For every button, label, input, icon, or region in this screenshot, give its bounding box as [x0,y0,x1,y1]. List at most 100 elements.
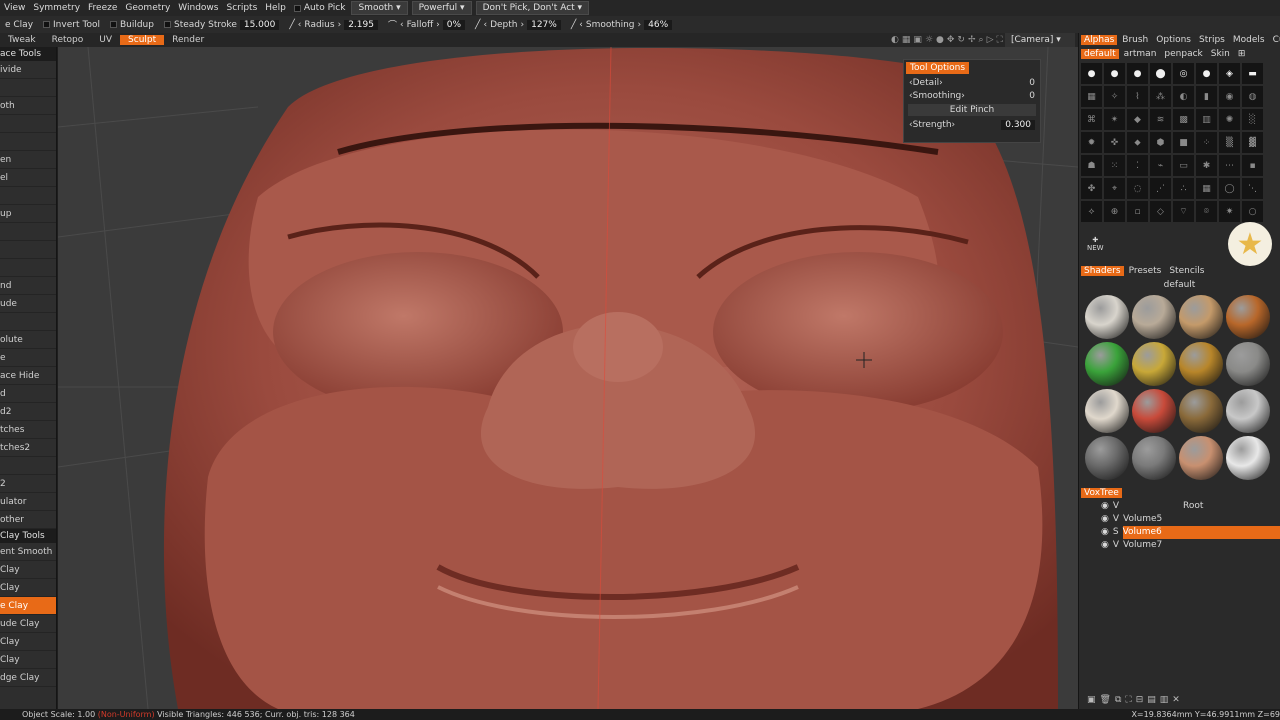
tool-item[interactable]: en [0,151,56,169]
alpha-thumbnail[interactable]: ∴ [1173,178,1194,199]
merge-icon[interactable]: ⛶ [1125,695,1131,705]
voxtree-root[interactable]: ◉ V Root [1079,500,1280,513]
alpha-thumbnail[interactable]: ⋱ [1242,178,1263,199]
subtab-artman[interactable]: artman [1121,49,1160,59]
clay-tool-item[interactable]: Clay [0,579,56,597]
alpha-thumbnail[interactable]: ◌ [1127,178,1148,199]
alpha-thumbnail[interactable]: ⌘ [1081,109,1102,130]
material-swatch[interactable] [1132,436,1176,480]
alpha-thumbnail[interactable]: ░ [1242,109,1263,130]
close-icon[interactable]: ✕ [1172,695,1180,705]
alpha-thumbnail[interactable]: ⁙ [1104,155,1125,176]
alpha-thumbnail[interactable]: ▩ [1173,109,1194,130]
tool-item[interactable]: other [0,511,56,529]
material-swatch[interactable] [1179,389,1223,433]
clay-tool-item[interactable]: Clay [0,633,56,651]
star-alpha-icon[interactable]: ★ [1228,222,1272,266]
smoothing-field[interactable]: ‹Smoothing› 0 [904,89,1040,102]
folder-icon[interactable]: ▤ [1147,695,1156,705]
tool-item[interactable] [0,259,56,277]
delete-icon[interactable]: 🗑 [1100,695,1111,705]
menu-symmetry[interactable]: Symmetry [29,3,84,13]
tool-item[interactable]: oth [0,97,56,115]
move-icon[interactable]: ✥ [947,35,955,45]
alpha-thumbnail[interactable]: ▥ [1196,109,1217,130]
fit-icon[interactable]: ⛶ [996,35,1002,45]
tool-item[interactable]: d [0,385,56,403]
alpha-thumbnail[interactable]: ▦ [1081,86,1102,107]
tool-item[interactable]: ulator [0,493,56,511]
menu-view[interactable]: View [0,3,29,13]
alpha-thumbnail[interactable]: ⌖ [1104,178,1125,199]
menu-geometry[interactable]: Geometry [121,3,174,13]
tool-item[interactable] [0,223,56,241]
tab-curve[interactable]: Curve [1270,35,1280,45]
alpha-thumbnail[interactable]: ✧ [1104,86,1125,107]
material-swatch[interactable] [1226,295,1270,339]
eye-icon[interactable]: ◉ [1101,526,1109,539]
tool-item[interactable]: olute [0,331,56,349]
camera-dropdown[interactable]: [Camera] ▾ [1005,33,1075,47]
powerful-dropdown[interactable]: Powerful ▾ [411,1,472,15]
material-swatch[interactable] [1179,436,1223,480]
voxtree-item[interactable]: ◉ V Volume7 [1079,539,1280,552]
alpha-thumbnail[interactable]: ☗ [1081,155,1102,176]
zoom-icon[interactable]: ⌕ [979,35,984,45]
tool-item[interactable] [0,115,56,133]
tool-item[interactable] [0,241,56,259]
material-swatch[interactable] [1132,295,1176,339]
alpha-thumbnail[interactable]: ✱ [1196,155,1217,176]
alpha-thumbnail[interactable]: ▒ [1219,132,1240,153]
voxtree-item[interactable]: ◉ V Volume5 [1079,513,1280,526]
clay-tool-item[interactable]: ent Smooth [0,543,56,561]
tool-item[interactable]: e [0,349,56,367]
material-swatch[interactable] [1085,342,1129,386]
alpha-thumbnail[interactable]: ⁚ [1127,155,1148,176]
edit-pinch-button[interactable]: Edit Pinch [908,104,1036,116]
frame-icon[interactable]: ▣ [913,35,922,45]
tab-presets[interactable]: Presets [1126,266,1165,276]
alpha-thumbnail[interactable]: ● [1104,63,1125,84]
tab-retopo[interactable]: Retopo [44,35,92,45]
tab-alphas[interactable]: Alphas [1081,35,1118,45]
alpha-thumbnail[interactable]: ◯ [1219,178,1240,199]
tool-item[interactable]: 2 [0,475,56,493]
clay-tool-item[interactable]: Clay [0,651,56,669]
alpha-thumbnail[interactable]: ✴ [1104,109,1125,130]
clay-tool-item[interactable]: dge Clay [0,669,56,687]
tab-render[interactable]: Render [164,35,212,45]
alpha-thumbnail[interactable]: ⋰ [1150,178,1171,199]
alpha-thumbnail[interactable]: ▓ [1242,132,1263,153]
alpha-thumbnail[interactable]: ⬢ [1150,132,1171,153]
alpha-thumbnail[interactable]: ⬥ [1127,132,1148,153]
material-swatch[interactable] [1226,389,1270,433]
alpha-thumbnail[interactable]: ⁘ [1196,132,1217,153]
subtab-skin[interactable]: Skin [1208,49,1233,59]
tool-item[interactable]: ude [0,295,56,313]
alpha-thumbnail[interactable]: ⊕ [1104,201,1125,222]
material-swatch[interactable] [1226,342,1270,386]
alpha-thumbnail[interactable]: ⁂ [1150,86,1171,107]
alpha-thumbnail[interactable]: ◍ [1242,86,1263,107]
play-icon[interactable]: ▷ [987,35,994,45]
alpha-thumbnail[interactable]: ✺ [1219,109,1240,130]
tab-tweak[interactable]: Tweak [0,35,44,45]
dont-pick-dropdown[interactable]: Don't Pick, Don't Act ▾ [475,1,590,15]
tool-item[interactable]: tches2 [0,439,56,457]
tab-sculpt[interactable]: Sculpt [120,35,165,45]
save-icon[interactable]: ▥ [1160,695,1169,705]
strength-field[interactable]: ‹Strength› 0.300 [904,118,1040,131]
alpha-thumbnail[interactable]: ▦ [1196,178,1217,199]
add-subtab-icon[interactable]: ⊞ [1235,49,1249,59]
alpha-thumbnail[interactable]: ▭ [1173,155,1194,176]
subtab-default[interactable]: default [1081,49,1119,59]
tool-item[interactable] [0,79,56,97]
smooth-dropdown[interactable]: Smooth ▾ [351,1,408,15]
new-alpha-button[interactable]: ✚ NEW [1087,236,1104,252]
tool-item[interactable]: d2 [0,403,56,421]
material-swatch[interactable] [1132,389,1176,433]
alpha-thumbnail[interactable]: ▪ [1242,155,1263,176]
pan-icon[interactable]: ✢ [968,35,976,45]
material-swatch[interactable] [1179,342,1223,386]
split-icon[interactable]: ⊟ [1136,695,1144,705]
